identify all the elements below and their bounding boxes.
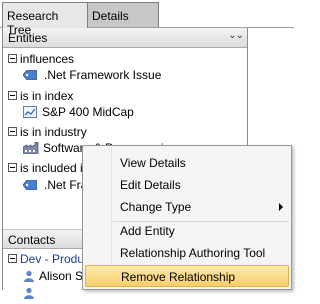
collapse-icon[interactable] [8, 91, 17, 101]
tree-item-label: S&P 400 MidCap [42, 105, 134, 119]
tag-icon [23, 179, 37, 190]
collapse-icon[interactable] [8, 254, 17, 264]
factory-icon [23, 141, 39, 154]
person-icon [24, 287, 34, 299]
tree-group-label: is included i [20, 161, 83, 175]
tree-group-label: is in industry [20, 125, 87, 139]
tag-icon [23, 69, 37, 80]
tree-group-label: is in index [20, 89, 74, 103]
contact-item[interactable]: Alison S [23, 269, 83, 287]
collapse-icon[interactable] [8, 54, 17, 64]
entities-header[interactable]: Entities ⌄⌄ [3, 28, 247, 48]
menu-item-change-type[interactable]: Change Type [85, 196, 289, 218]
person-icon [24, 270, 34, 282]
collapse-icon[interactable] [8, 127, 17, 137]
menu-item-add-entity[interactable]: Add Entity [85, 220, 289, 242]
tree-item[interactable]: S&P 400 MidCap [23, 105, 134, 123]
contact-group-label: Dev - Produ [20, 252, 85, 266]
menu-item-relationship-authoring-tool[interactable]: Relationship Authoring Tool [85, 242, 289, 264]
context-menu: View Details Edit Details Change Type Ad… [82, 145, 292, 290]
tab-details[interactable]: Details [87, 2, 159, 28]
collapse-icon[interactable] [8, 163, 17, 173]
tree-item[interactable]: .Net Framework Issue [23, 68, 161, 86]
double-chevron-down-icon[interactable]: ⌄⌄ [228, 30, 244, 41]
tree-group-is-included-in[interactable]: is included i [8, 161, 83, 179]
menu-item-label: Change Type [120, 200, 192, 214]
tab-research-tree[interactable]: Research Tree [2, 2, 88, 37]
submenu-arrow-icon [279, 203, 283, 211]
contact-item-label: Alison S [39, 269, 84, 283]
contacts-header-label: Contacts [8, 233, 56, 247]
contact-item[interactable] [23, 286, 39, 304]
contact-group[interactable]: Dev - Produ [8, 252, 84, 270]
chart-icon [23, 105, 37, 118]
tree-group-label: influences [20, 52, 75, 66]
menu-item-view-details[interactable]: View Details [85, 152, 289, 174]
menu-item-remove-relationship[interactable]: Remove Relationship [85, 265, 289, 287]
menu-item-edit-details[interactable]: Edit Details [85, 174, 289, 196]
tree-item-label: .Net Framework Issue [44, 68, 162, 82]
tab-strip: Details Research Tree [0, 0, 294, 37]
